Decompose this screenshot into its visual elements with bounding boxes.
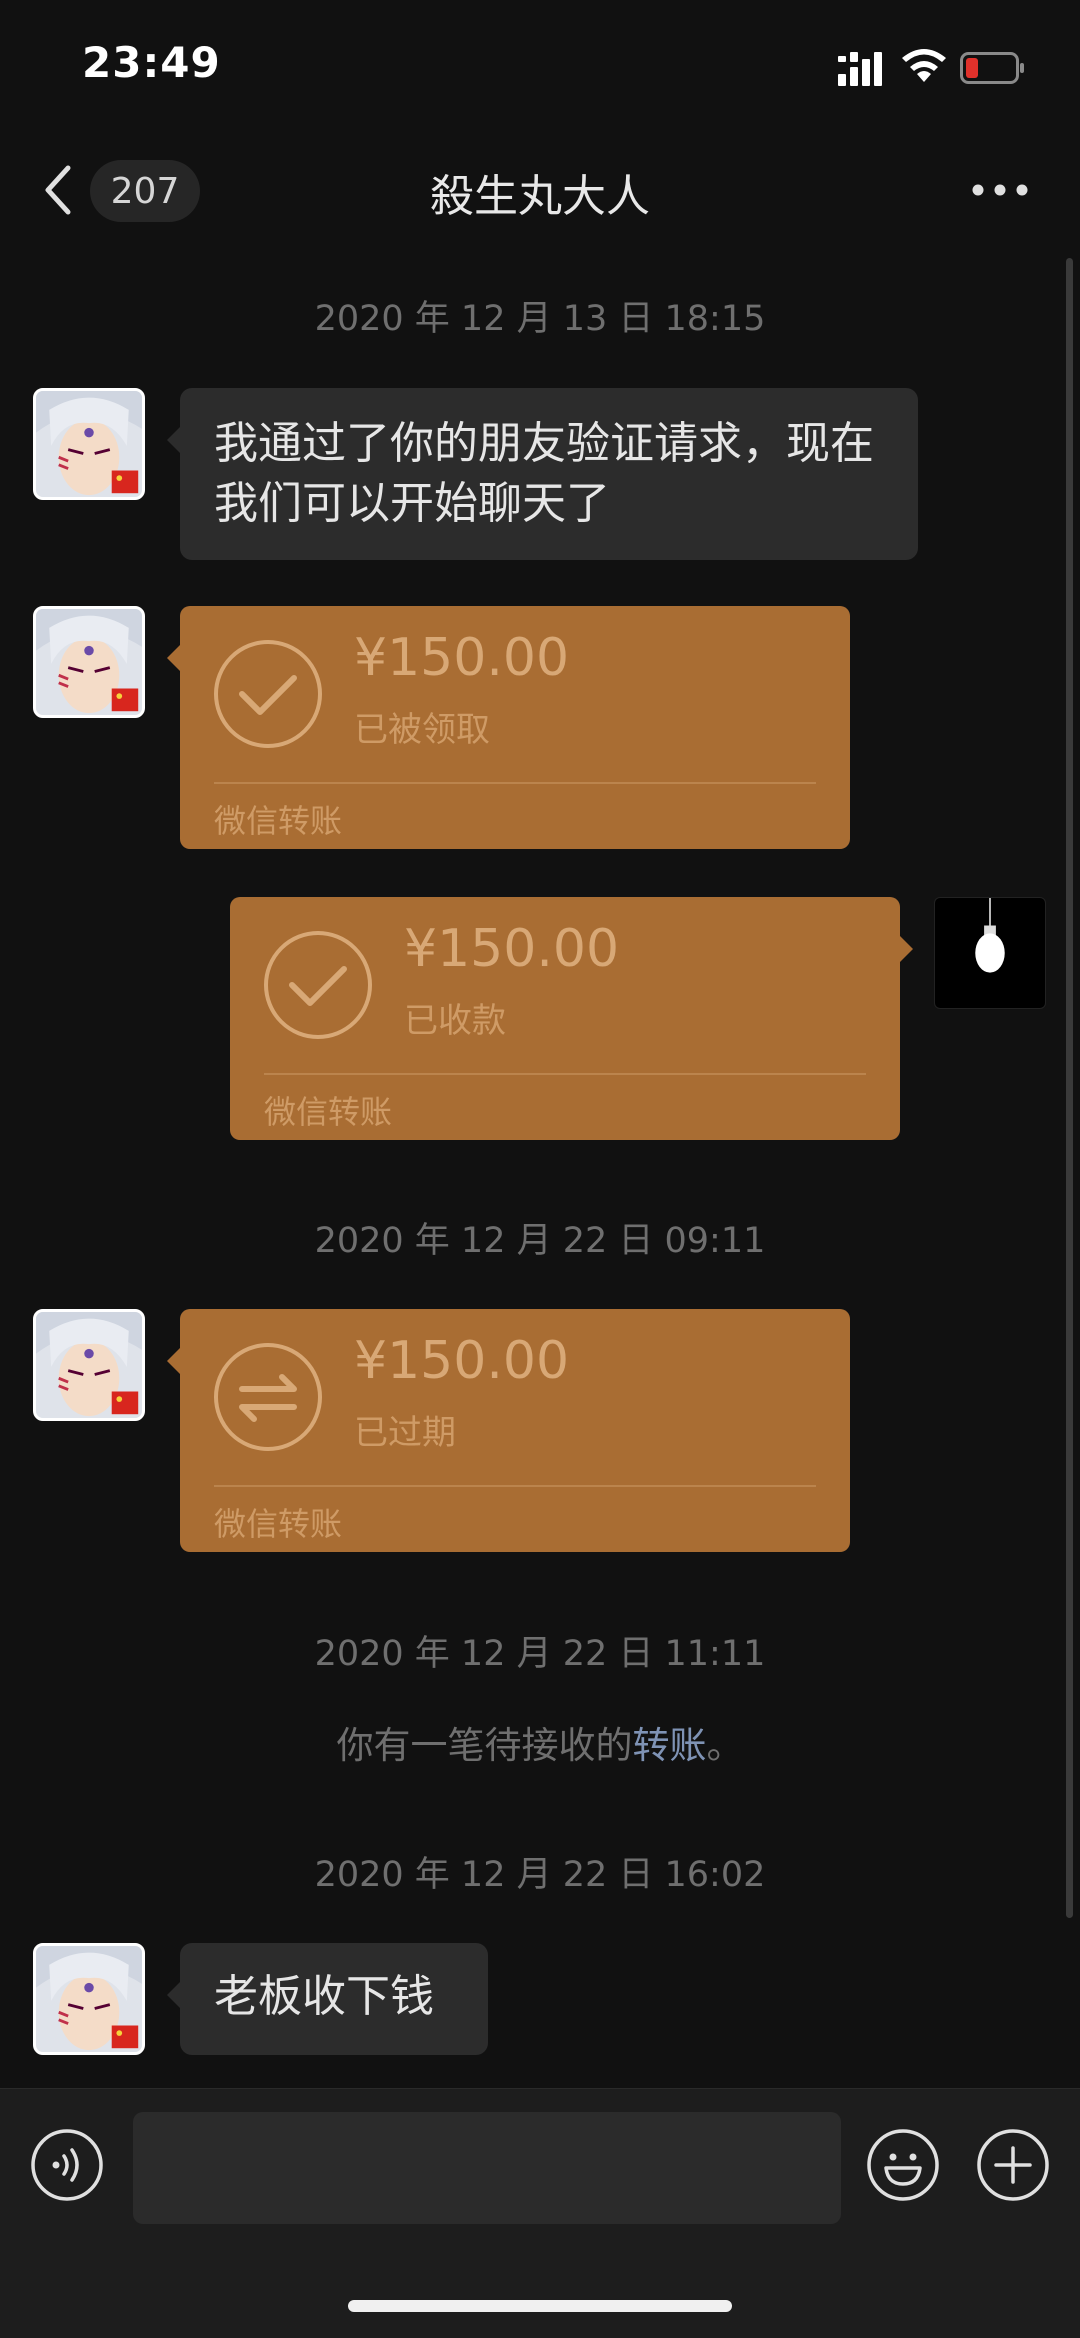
message-bubble[interactable]: 老板收下钱 xyxy=(167,1943,488,2055)
more-icon[interactable] xyxy=(970,180,1030,200)
contact-avatar[interactable] xyxy=(33,1309,145,1421)
status-time: 23:49 xyxy=(82,38,221,87)
signal-icon xyxy=(838,52,882,86)
notice-period: 。 xyxy=(706,1724,744,1767)
divider xyxy=(214,1485,816,1487)
transfer-amount: ¥150.00 xyxy=(354,628,570,688)
message-bubble[interactable]: 我通过了你的朋友验证请求，现在我们可以开始聊天了 xyxy=(167,388,918,560)
transfer-status: 已收款 xyxy=(404,1001,506,1041)
divider xyxy=(214,782,816,784)
message-text: 老板收下钱 xyxy=(214,1971,434,2022)
check-icon xyxy=(214,640,322,748)
transfer-link[interactable]: 转账 xyxy=(633,1724,707,1767)
transfer-icon xyxy=(214,1343,322,1451)
battery-icon xyxy=(960,52,1024,84)
home-indicator[interactable] xyxy=(348,2300,732,2312)
message-input[interactable] xyxy=(133,2112,841,2224)
timestamp: 2020 年 12 月 22 日 09:11 xyxy=(314,1221,766,1261)
contact-avatar[interactable] xyxy=(33,606,145,718)
check-icon xyxy=(264,931,372,1039)
self-avatar[interactable] xyxy=(934,897,1046,1009)
transfer-label: 微信转账 xyxy=(214,1505,343,1543)
divider xyxy=(264,1073,866,1075)
plus-icon[interactable] xyxy=(976,2128,1050,2202)
transfer-label: 微信转账 xyxy=(214,802,343,840)
transfer-status: 已过期 xyxy=(354,1413,456,1453)
timestamp: 2020 年 12 月 22 日 11:11 xyxy=(314,1634,766,1674)
transfer-amount: ¥150.00 xyxy=(404,919,620,979)
transfer-card[interactable]: ¥150.00 已被领取 微信转账 xyxy=(167,606,850,849)
wifi-icon xyxy=(902,49,946,82)
emoji-icon[interactable] xyxy=(866,2128,940,2202)
chat-title: 殺生丸大人 xyxy=(430,171,650,222)
transfer-status: 已被领取 xyxy=(354,710,490,750)
voice-icon[interactable] xyxy=(30,2128,104,2202)
transfer-card[interactable]: ¥150.00 已过期 微信转账 xyxy=(167,1309,850,1552)
transfer-label: 微信转账 xyxy=(264,1093,393,1131)
message-text: 我通过了你的朋友验证请求，现在我们可以开始聊天了 xyxy=(214,418,874,529)
transfer-amount: ¥150.00 xyxy=(354,1331,570,1391)
notice-text: 你有一笔待接收的 xyxy=(336,1724,633,1767)
transfer-card[interactable]: ¥150.00 已收款 微信转账 xyxy=(230,897,913,1140)
contact-avatar[interactable] xyxy=(33,1943,145,2055)
timestamp: 2020 年 12 月 22 日 16:02 xyxy=(314,1855,766,1895)
timestamp: 2020 年 12 月 13 日 18:15 xyxy=(314,299,766,339)
lightbulb-icon xyxy=(975,898,1005,973)
system-notice: 你有一笔待接收的转账。 xyxy=(0,1715,1080,1769)
contact-avatar[interactable] xyxy=(33,388,145,500)
